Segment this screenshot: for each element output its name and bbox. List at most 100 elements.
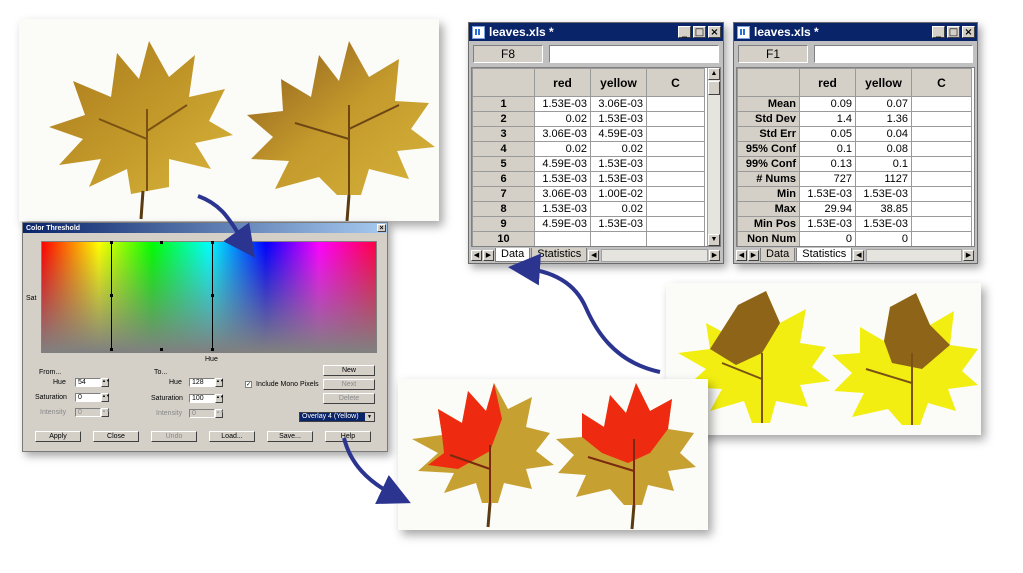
chevron-down-icon[interactable]: ▼: [365, 413, 374, 421]
include-mono-checkbox[interactable]: ✓: [245, 381, 252, 388]
cell-c[interactable]: [646, 231, 705, 246]
close-icon[interactable]: ×: [377, 224, 386, 232]
column-header[interactable]: C: [911, 68, 972, 97]
corner-cell[interactable]: [737, 68, 800, 97]
cell-yellow[interactable]: 1.53E-03: [855, 186, 912, 202]
cell-red[interactable]: 4.59E-03: [534, 216, 591, 232]
row-header[interactable]: 2: [472, 111, 535, 127]
spreadsheet-data-window[interactable]: leaves.xls * _ □ × F8 red yellow C 1 1.53E-0…: [468, 22, 724, 264]
cell-c[interactable]: [646, 126, 705, 142]
hscroll-left-icon[interactable]: ◀: [588, 249, 600, 261]
selection-handle[interactable]: [160, 241, 163, 244]
formula-input[interactable]: [814, 45, 973, 63]
row-header[interactable]: Std Err: [737, 126, 800, 142]
scroll-down-icon[interactable]: ▼: [708, 234, 720, 246]
save-button[interactable]: Save...: [267, 431, 313, 442]
cell-c[interactable]: [911, 111, 972, 127]
cell-yellow[interactable]: 1.53E-03: [590, 156, 647, 172]
row-header[interactable]: 95% Conf: [737, 141, 800, 157]
horizontal-scrollbar[interactable]: [601, 248, 708, 262]
row-header[interactable]: 10: [472, 231, 535, 246]
from-hue-spinner[interactable]: ▲▼: [101, 378, 110, 387]
row-header[interactable]: Std Dev: [737, 111, 800, 127]
cell-yellow[interactable]: 1.53E-03: [590, 111, 647, 127]
cell-yellow[interactable]: 38.85: [855, 201, 912, 217]
cell-yellow[interactable]: 1.36: [855, 111, 912, 127]
cell-reference[interactable]: F8: [473, 45, 543, 63]
column-header[interactable]: C: [646, 68, 705, 97]
cell-yellow[interactable]: 0.02: [590, 141, 647, 157]
cell-c[interactable]: [646, 171, 705, 187]
tab-data[interactable]: Data: [760, 248, 796, 262]
cell-c[interactable]: [911, 186, 972, 202]
close-icon[interactable]: ×: [708, 26, 721, 38]
cell-red[interactable]: 727: [799, 171, 856, 187]
close-icon[interactable]: ×: [962, 26, 975, 38]
cell-red[interactable]: 1.53E-03: [799, 186, 856, 202]
threshold-selection-box[interactable]: [110, 241, 214, 351]
cell-yellow[interactable]: 1.00E-02: [590, 186, 647, 202]
selection-handle[interactable]: [110, 241, 113, 244]
hscroll-right-icon[interactable]: ▶: [963, 249, 974, 261]
cell-c[interactable]: [911, 96, 972, 112]
row-header[interactable]: # Nums: [737, 171, 800, 187]
tab-statistics[interactable]: Statistics: [531, 248, 588, 262]
cell-c[interactable]: [911, 216, 972, 232]
cell-yellow[interactable]: 3.06E-03: [590, 96, 647, 112]
row-header[interactable]: Min: [737, 186, 800, 202]
column-header[interactable]: red: [534, 68, 591, 97]
minimize-icon[interactable]: _: [932, 26, 945, 38]
selection-handle[interactable]: [160, 348, 163, 351]
cell-red[interactable]: 0.02: [534, 141, 591, 157]
spreadsheet-data-titlebar[interactable]: leaves.xls * _ □ ×: [469, 23, 723, 41]
row-header[interactable]: 9: [472, 216, 535, 232]
to-hue-spinner[interactable]: ▲▼: [215, 378, 224, 387]
cell-red[interactable]: [534, 231, 591, 246]
cell-red[interactable]: 29.94: [799, 201, 856, 217]
row-header[interactable]: 99% Conf: [737, 156, 800, 172]
tab-first-icon[interactable]: ◀: [471, 249, 482, 261]
cell-red[interactable]: 0.09: [799, 96, 856, 112]
spreadsheet-stats-window[interactable]: leaves.xls * _ □ × F1 red yellow C Mean 0.09…: [733, 22, 978, 264]
to-hue-input[interactable]: 128: [189, 378, 215, 387]
cell-red[interactable]: 1.4: [799, 111, 856, 127]
cell-red[interactable]: 3.06E-03: [534, 186, 591, 202]
cell-red[interactable]: 3.06E-03: [534, 126, 591, 142]
from-saturation-input[interactable]: 0: [75, 393, 101, 402]
cell-c[interactable]: [646, 186, 705, 202]
row-header[interactable]: 7: [472, 186, 535, 202]
new-button[interactable]: New: [323, 365, 375, 376]
vertical-scrollbar[interactable]: ▲ ▼: [707, 68, 720, 246]
cell-red[interactable]: 1.53E-03: [799, 216, 856, 232]
scroll-thumb[interactable]: [708, 81, 720, 95]
row-header[interactable]: 6: [472, 171, 535, 187]
cell-yellow[interactable]: 1.53E-03: [855, 216, 912, 232]
cell-red[interactable]: 0.02: [534, 111, 591, 127]
cell-red[interactable]: 0: [799, 231, 856, 246]
column-header[interactable]: yellow: [590, 68, 647, 97]
cell-c[interactable]: [646, 201, 705, 217]
help-button[interactable]: Help: [325, 431, 371, 442]
row-header[interactable]: Mean: [737, 96, 800, 112]
row-header[interactable]: 4: [472, 141, 535, 157]
from-saturation-spinner[interactable]: ▲▼: [101, 393, 110, 402]
column-header[interactable]: red: [799, 68, 856, 97]
hscroll-left-icon[interactable]: ◀: [853, 249, 865, 261]
scroll-up-icon[interactable]: ▲: [708, 68, 720, 80]
row-header[interactable]: Non Num: [737, 231, 800, 246]
cell-c[interactable]: [911, 231, 972, 246]
cell-reference[interactable]: F1: [738, 45, 808, 63]
from-hue-input[interactable]: 54: [75, 378, 101, 387]
tab-data[interactable]: Data: [495, 248, 531, 262]
load-button[interactable]: Load...: [209, 431, 255, 442]
cell-c[interactable]: [911, 201, 972, 217]
to-saturation-input[interactable]: 100: [189, 394, 215, 403]
cell-yellow[interactable]: 0.02: [590, 201, 647, 217]
row-header[interactable]: Max: [737, 201, 800, 217]
cell-yellow[interactable]: [590, 231, 647, 246]
to-saturation-spinner[interactable]: ▲▼: [215, 394, 224, 403]
cell-red[interactable]: 1.53E-03: [534, 96, 591, 112]
cell-yellow[interactable]: 1127: [855, 171, 912, 187]
selection-handle[interactable]: [211, 241, 214, 244]
row-header[interactable]: 5: [472, 156, 535, 172]
